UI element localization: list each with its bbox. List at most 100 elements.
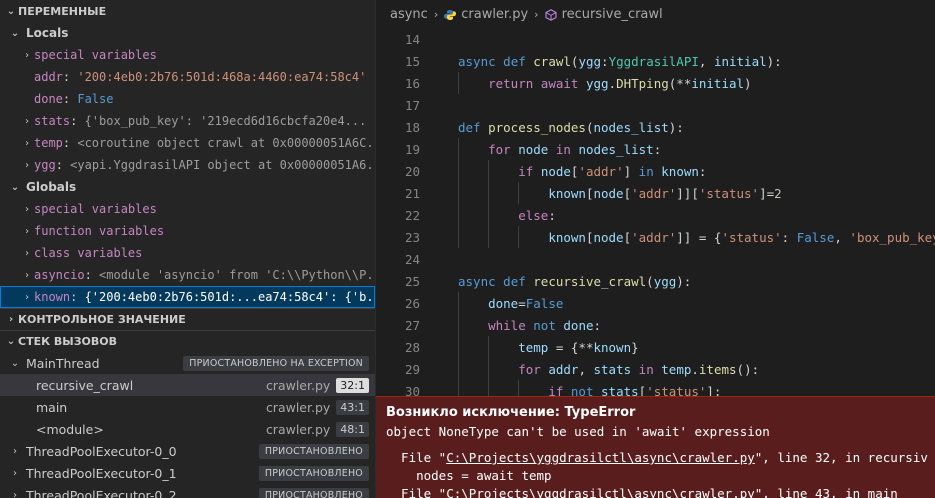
breadcrumb-file[interactable]: crawler.py [461, 7, 528, 22]
globals-scope[interactable]: ⌄ Globals [0, 176, 375, 198]
stack-frame-line: 48:1 [336, 421, 369, 437]
code-text: async def crawl(ygg:YggdrasilAPI, initia… [458, 53, 782, 69]
exception-message: object NoneType can't be used in 'await'… [386, 424, 770, 439]
variable-separator: : [84, 268, 100, 282]
variable-name: special variables [34, 48, 157, 62]
variable-row[interactable]: › known: {'200:4eb0:2b76:501d:...ea74:58c… [0, 286, 375, 308]
stack-frame[interactable]: recursive_crawl crawler.py 32:1 [0, 374, 375, 396]
chevron-right-icon: › [13, 467, 17, 479]
code-line[interactable]: 21 known[node['addr']]['status']=2 [376, 182, 935, 204]
stack-frame-file: crawler.py [265, 421, 331, 437]
variable-name: addr [34, 70, 63, 84]
thread-row[interactable]: › ThreadPoolExecutor-0_1 ПРИОСТАНОВЛЕНО [0, 462, 375, 484]
code-line[interactable]: 14 [376, 28, 935, 50]
code-text: for node in nodes_list: [488, 141, 662, 157]
variable-row[interactable]: › special variables [0, 44, 375, 66]
exception-widget: Возникло исключение: TypeError object No… [376, 396, 935, 498]
indent-guide [458, 72, 459, 94]
stack-frame-name: recursive_crawl [36, 377, 134, 393]
indent-guide [458, 314, 459, 336]
variables-section-header[interactable]: ⌄ ПЕРЕМЕННЫЕ [0, 0, 375, 22]
breadcrumb-folder[interactable]: async [390, 7, 428, 22]
variable-row[interactable]: addr: '200:4eb0:2b76:501d:468a:4460:ea74… [0, 66, 375, 88]
line-number: 16 [404, 75, 420, 91]
variable-separator: : [70, 114, 85, 128]
chevron-right-icon: › [23, 137, 31, 149]
thread-name: MainThread [26, 355, 100, 371]
chevron-right-icon: › [8, 314, 14, 325]
chevron-right-icon: › [23, 247, 31, 259]
chevron-down-icon: ⌄ [6, 5, 16, 17]
variable-row[interactable]: › class variables [0, 242, 375, 264]
code-line[interactable]: 28 temp = {**known} [376, 336, 935, 358]
code-line[interactable]: 23 known[node['addr']] = {'status': Fals… [376, 226, 935, 248]
indent-guide [488, 160, 490, 182]
code-lines[interactable]: 14 15 async def crawl(ygg:YggdrasilAPI, in… [376, 28, 935, 446]
variable-row[interactable]: done: False [0, 88, 375, 110]
indent-guide [488, 358, 490, 380]
variable-row[interactable]: › special variables [0, 198, 375, 220]
thread-name: ThreadPoolExecutor-0_0 [26, 443, 177, 459]
chevron-right-icon: › [13, 445, 17, 457]
stack-frame-line: 32:1 [336, 377, 369, 393]
variable-row[interactable]: › ygg: <yapi.YggdrasilAPI object at 0x000… [0, 154, 375, 176]
callstack-section-header[interactable]: ⌄ СТЕК ВЫЗОВОВ [0, 330, 375, 352]
code-line[interactable]: 24 [376, 248, 935, 270]
code-line[interactable]: 27 while not done: [376, 314, 935, 336]
function-symbol-icon [544, 9, 557, 21]
locals-scope[interactable]: ⌄ Locals [0, 22, 375, 44]
breadcrumb-symbol[interactable]: recursive_crawl [562, 7, 663, 22]
indent-guide [488, 226, 490, 248]
callstack-list: ⌄ MainThread ПРИОСТАНОВЛЕНО НА EXCEPTION re… [0, 352, 375, 498]
variable-separator: : [62, 70, 78, 84]
chevron-down-icon: ⌄ [10, 181, 20, 193]
indent-guide [488, 336, 490, 358]
variable-row[interactable]: › asyncio: <module 'asyncio' from 'C:\\Py… [0, 264, 375, 286]
variable-row[interactable]: › stats: {'box_pub_key': '219ecd6d16cbcfa… [0, 110, 375, 132]
line-number: 18 [404, 119, 420, 135]
indent-guide [458, 160, 459, 182]
variable-name: stats [34, 114, 71, 128]
code-text: async def recursive_crawl(ygg): [458, 273, 692, 289]
code-line[interactable]: 17 [376, 94, 935, 116]
code-line[interactable]: 26 done=False [376, 292, 935, 314]
stack-frame[interactable]: <module> crawler.py 48:1 [0, 418, 375, 440]
indent-guide [458, 226, 459, 248]
code-line[interactable]: 22 else: [376, 204, 935, 226]
thread-status-badge: ПРИОСТАНОВЛЕНО [258, 487, 369, 498]
stack-frame-file: crawler.py [265, 377, 331, 393]
code-line[interactable]: 15 async def crawl(ygg:YggdrasilAPI, init… [376, 50, 935, 72]
line-number: 22 [404, 207, 420, 223]
line-number: 25 [404, 273, 420, 289]
exception-traceback: File "C:\Projects\yggdrasilctl\async\cra… [386, 449, 928, 498]
traceback-line: File "C:\Projects\yggdrasilctl\async\cra… [386, 485, 926, 498]
variable-row[interactable]: › function variables [0, 220, 375, 242]
variable-row[interactable]: › temp: <coroutine object crawl at 0x0000… [0, 132, 375, 154]
indent-guide [458, 292, 459, 314]
traceback-line: File "C:\Projects\yggdrasilctl\async\cra… [386, 449, 928, 467]
thread-row[interactable]: ⌄ MainThread ПРИОСТАНОВЛЕНО НА EXCEPTION [0, 352, 375, 374]
code-text: done=False [488, 295, 564, 311]
traceback-line: nodes = await temp [386, 467, 926, 485]
indent-guide [488, 182, 490, 204]
line-number: 26 [404, 295, 420, 311]
traceback-file-link[interactable]: C:\Projects\yggdrasilctl\async\crawler.p… [446, 450, 755, 465]
variable-separator: : [55, 158, 71, 172]
code-line[interactable]: 20 if node['addr'] in known: [376, 160, 935, 182]
line-number: 24 [404, 251, 420, 267]
code-line[interactable]: 19 for node in nodes_list: [376, 138, 935, 160]
traceback-file-link[interactable]: C:\Projects\yggdrasilctl\async\crawler.p… [446, 486, 755, 498]
thread-row[interactable]: › ThreadPoolExecutor-0_2 ПРИОСТАНОВЛЕНО [0, 484, 375, 498]
traceback-text: File " [386, 450, 447, 465]
code-line[interactable]: 16 return await ygg.DHTping(**initial) [376, 72, 935, 94]
stack-frame[interactable]: main crawler.py 43:1 [0, 396, 375, 418]
indent-guide [458, 336, 459, 358]
indent-guide [458, 358, 459, 380]
code-line[interactable]: 29 for addr, stats in temp.items(): [376, 358, 935, 380]
code-line[interactable]: 18 def process_nodes(nodes_list): [376, 116, 935, 138]
thread-row[interactable]: › ThreadPoolExecutor-0_0 ПРИОСТАНОВЛЕНО [0, 440, 375, 462]
code-text: def process_nodes(nodes_list): [458, 119, 684, 135]
line-number: 28 [404, 339, 420, 355]
watch-section-header[interactable]: › КОНТРОЛЬНОЕ ЗНАЧЕНИЕ [0, 308, 375, 330]
code-line[interactable]: 25 async def recursive_crawl(ygg): [376, 270, 935, 292]
